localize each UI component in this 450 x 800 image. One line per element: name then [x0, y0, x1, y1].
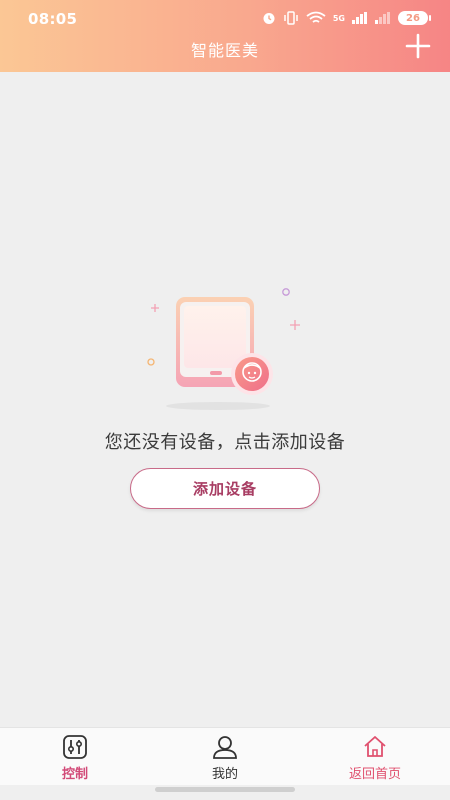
alarm-icon [263, 13, 275, 24]
sliders-icon [63, 735, 87, 759]
network-type-label: 5G [332, 13, 345, 23]
home-indicator [155, 787, 295, 792]
tab-control[interactable]: 控制 [25, 728, 125, 786]
tab-home-label: 返回首页 [348, 767, 401, 782]
home-icon [364, 736, 386, 757]
page-title: 智能医美 [190, 41, 259, 60]
tab-mine[interactable]: 我的 [175, 728, 275, 786]
tab-mine-label: 我的 [211, 767, 238, 782]
add-device-button[interactable]: 添加设备 [130, 468, 320, 509]
tab-control-label: 控制 [61, 767, 88, 782]
plus-icon[interactable] [404, 32, 432, 60]
bottom-tab-bar: 控制 我的 返回首页 [0, 727, 450, 785]
app-header: 08:05 5G 26 智能医美 [0, 0, 450, 72]
vibrate-icon [284, 11, 298, 25]
user-icon [213, 736, 237, 759]
status-icons: 5G 26 [262, 11, 431, 25]
signal-icon [352, 12, 367, 24]
tab-home[interactable]: 返回首页 [325, 728, 425, 786]
status-bar: 08:05 5G 26 [0, 0, 450, 36]
battery-indicator: 26 [398, 11, 431, 25]
empty-state-message: 您还没有设备，点击添加设备 [104, 432, 346, 453]
wifi-icon [306, 11, 326, 23]
signal-weak-icon [375, 12, 390, 24]
phone-with-face-icon [147, 288, 300, 410]
status-time: 08:05 [28, 10, 78, 28]
